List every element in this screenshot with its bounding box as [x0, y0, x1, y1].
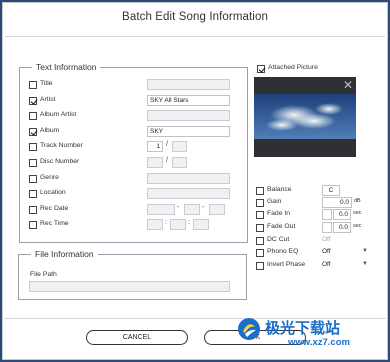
rec-date-day-field[interactable]: [209, 204, 225, 215]
fade-out-label: Fade Out: [267, 223, 296, 230]
dc-cut-checkbox[interactable]: [256, 237, 264, 245]
fade-out-value-field[interactable]: 0.0: [333, 222, 351, 233]
rec-time-colon-2: :: [188, 219, 190, 226]
genre-field[interactable]: [147, 173, 230, 184]
disc-number-label: Disc Number: [40, 158, 80, 165]
fade-out-slider-box[interactable]: [322, 222, 332, 233]
dialog-title: Batch Edit Song Information: [122, 11, 268, 23]
fade-in-unit: sec: [353, 210, 362, 216]
fade-in-checkbox[interactable]: [256, 211, 264, 219]
location-field[interactable]: [147, 188, 230, 199]
invert-phase-value[interactable]: Off: [322, 261, 331, 268]
phono-eq-checkbox[interactable]: [256, 249, 264, 257]
dc-cut-value[interactable]: Off: [322, 236, 331, 243]
invert-phase-dropdown-icon[interactable]: ▼: [362, 261, 368, 267]
remove-picture-icon[interactable]: ✕: [342, 79, 354, 91]
fade-in-label: Fade In: [267, 210, 291, 217]
file-information-title: File Information: [31, 249, 98, 259]
rec-date-checkbox[interactable]: [29, 206, 37, 214]
disc-number-slash: /: [166, 157, 168, 164]
disc-number-checkbox[interactable]: [29, 159, 37, 167]
gain-unit: dB: [354, 198, 361, 204]
attached-picture-label: Attached Picture: [268, 64, 318, 71]
title-checkbox[interactable]: [29, 81, 37, 89]
rec-time-hour-field[interactable]: [147, 219, 163, 230]
fade-in-value-field[interactable]: 0.0: [333, 209, 351, 220]
rec-date-label: Rec Date: [40, 205, 69, 212]
disc-number-total-field[interactable]: [172, 157, 187, 168]
phono-eq-label: Phono EQ: [267, 248, 299, 255]
rec-date-dash-1: -: [177, 204, 180, 211]
file-path-field[interactable]: [29, 281, 230, 292]
rec-date-dash-2: -: [202, 204, 205, 211]
watermark-brand: 极光下载站: [265, 319, 341, 337]
text-information-title: Text Information: [32, 62, 101, 72]
artist-checkbox[interactable]: [29, 97, 37, 105]
album-art-image[interactable]: ✕: [254, 77, 356, 157]
balance-label: Balance: [267, 186, 292, 193]
rec-time-minute-field[interactable]: [170, 219, 186, 230]
artist-label: Artist: [40, 96, 56, 103]
album-label: Album: [40, 127, 60, 134]
album-field[interactable]: SKY: [147, 126, 230, 137]
album-checkbox[interactable]: [29, 128, 37, 136]
fade-out-checkbox[interactable]: [256, 224, 264, 232]
gain-label: Gain: [267, 198, 282, 205]
genre-checkbox[interactable]: [29, 175, 37, 183]
track-number-checkbox[interactable]: [29, 143, 37, 151]
balance-value-field[interactable]: C: [322, 185, 340, 196]
title-divider: [5, 36, 385, 37]
disc-number-field[interactable]: [147, 157, 163, 168]
track-number-total-field[interactable]: [172, 141, 187, 152]
location-label: Location: [40, 189, 66, 196]
rec-time-checkbox[interactable]: [29, 221, 37, 229]
album-artist-checkbox[interactable]: [29, 112, 37, 120]
invert-phase-label: Invert Phase: [267, 261, 306, 268]
track-number-field[interactable]: 1: [147, 141, 163, 152]
file-path-label: File Path: [30, 271, 57, 278]
artist-field[interactable]: SKY All Stars: [147, 95, 230, 106]
gain-value-field[interactable]: 0.0: [322, 197, 352, 208]
album-art-sky: [254, 77, 356, 157]
rec-time-second-field[interactable]: [193, 219, 209, 230]
rec-time-label: Rec Time: [40, 220, 69, 227]
dc-cut-label: DC Cut: [267, 236, 290, 243]
text-information-group: Text Information: [19, 62, 248, 243]
genre-label: Genre: [40, 174, 59, 181]
balance-checkbox[interactable]: [256, 187, 264, 195]
watermark: 极光下载站 www.xz7.com: [232, 314, 388, 360]
title-label: Title: [40, 80, 53, 87]
attached-picture-checkbox[interactable]: [257, 65, 265, 73]
gain-checkbox[interactable]: [256, 199, 264, 207]
album-artist-field[interactable]: [147, 110, 230, 121]
track-number-label: Track Number: [40, 142, 83, 149]
fade-in-slider-box[interactable]: [322, 209, 332, 220]
title-field[interactable]: [147, 79, 230, 90]
album-artist-label: Album Artist: [40, 111, 77, 118]
cancel-button[interactable]: CANCEL: [86, 330, 188, 345]
fade-out-unit: sec: [353, 223, 362, 229]
rec-date-year-field[interactable]: [147, 204, 175, 215]
invert-phase-checkbox[interactable]: [256, 262, 264, 270]
phono-eq-dropdown-icon[interactable]: ▼: [362, 248, 368, 254]
watermark-logo-icon: [238, 318, 260, 340]
rec-time-colon-1: :: [165, 219, 167, 226]
location-checkbox[interactable]: [29, 190, 37, 198]
phono-eq-value[interactable]: Off: [322, 248, 331, 255]
track-number-slash: /: [166, 141, 168, 148]
rec-date-month-field[interactable]: [184, 204, 200, 215]
watermark-url: www.xz7.com: [288, 337, 350, 348]
